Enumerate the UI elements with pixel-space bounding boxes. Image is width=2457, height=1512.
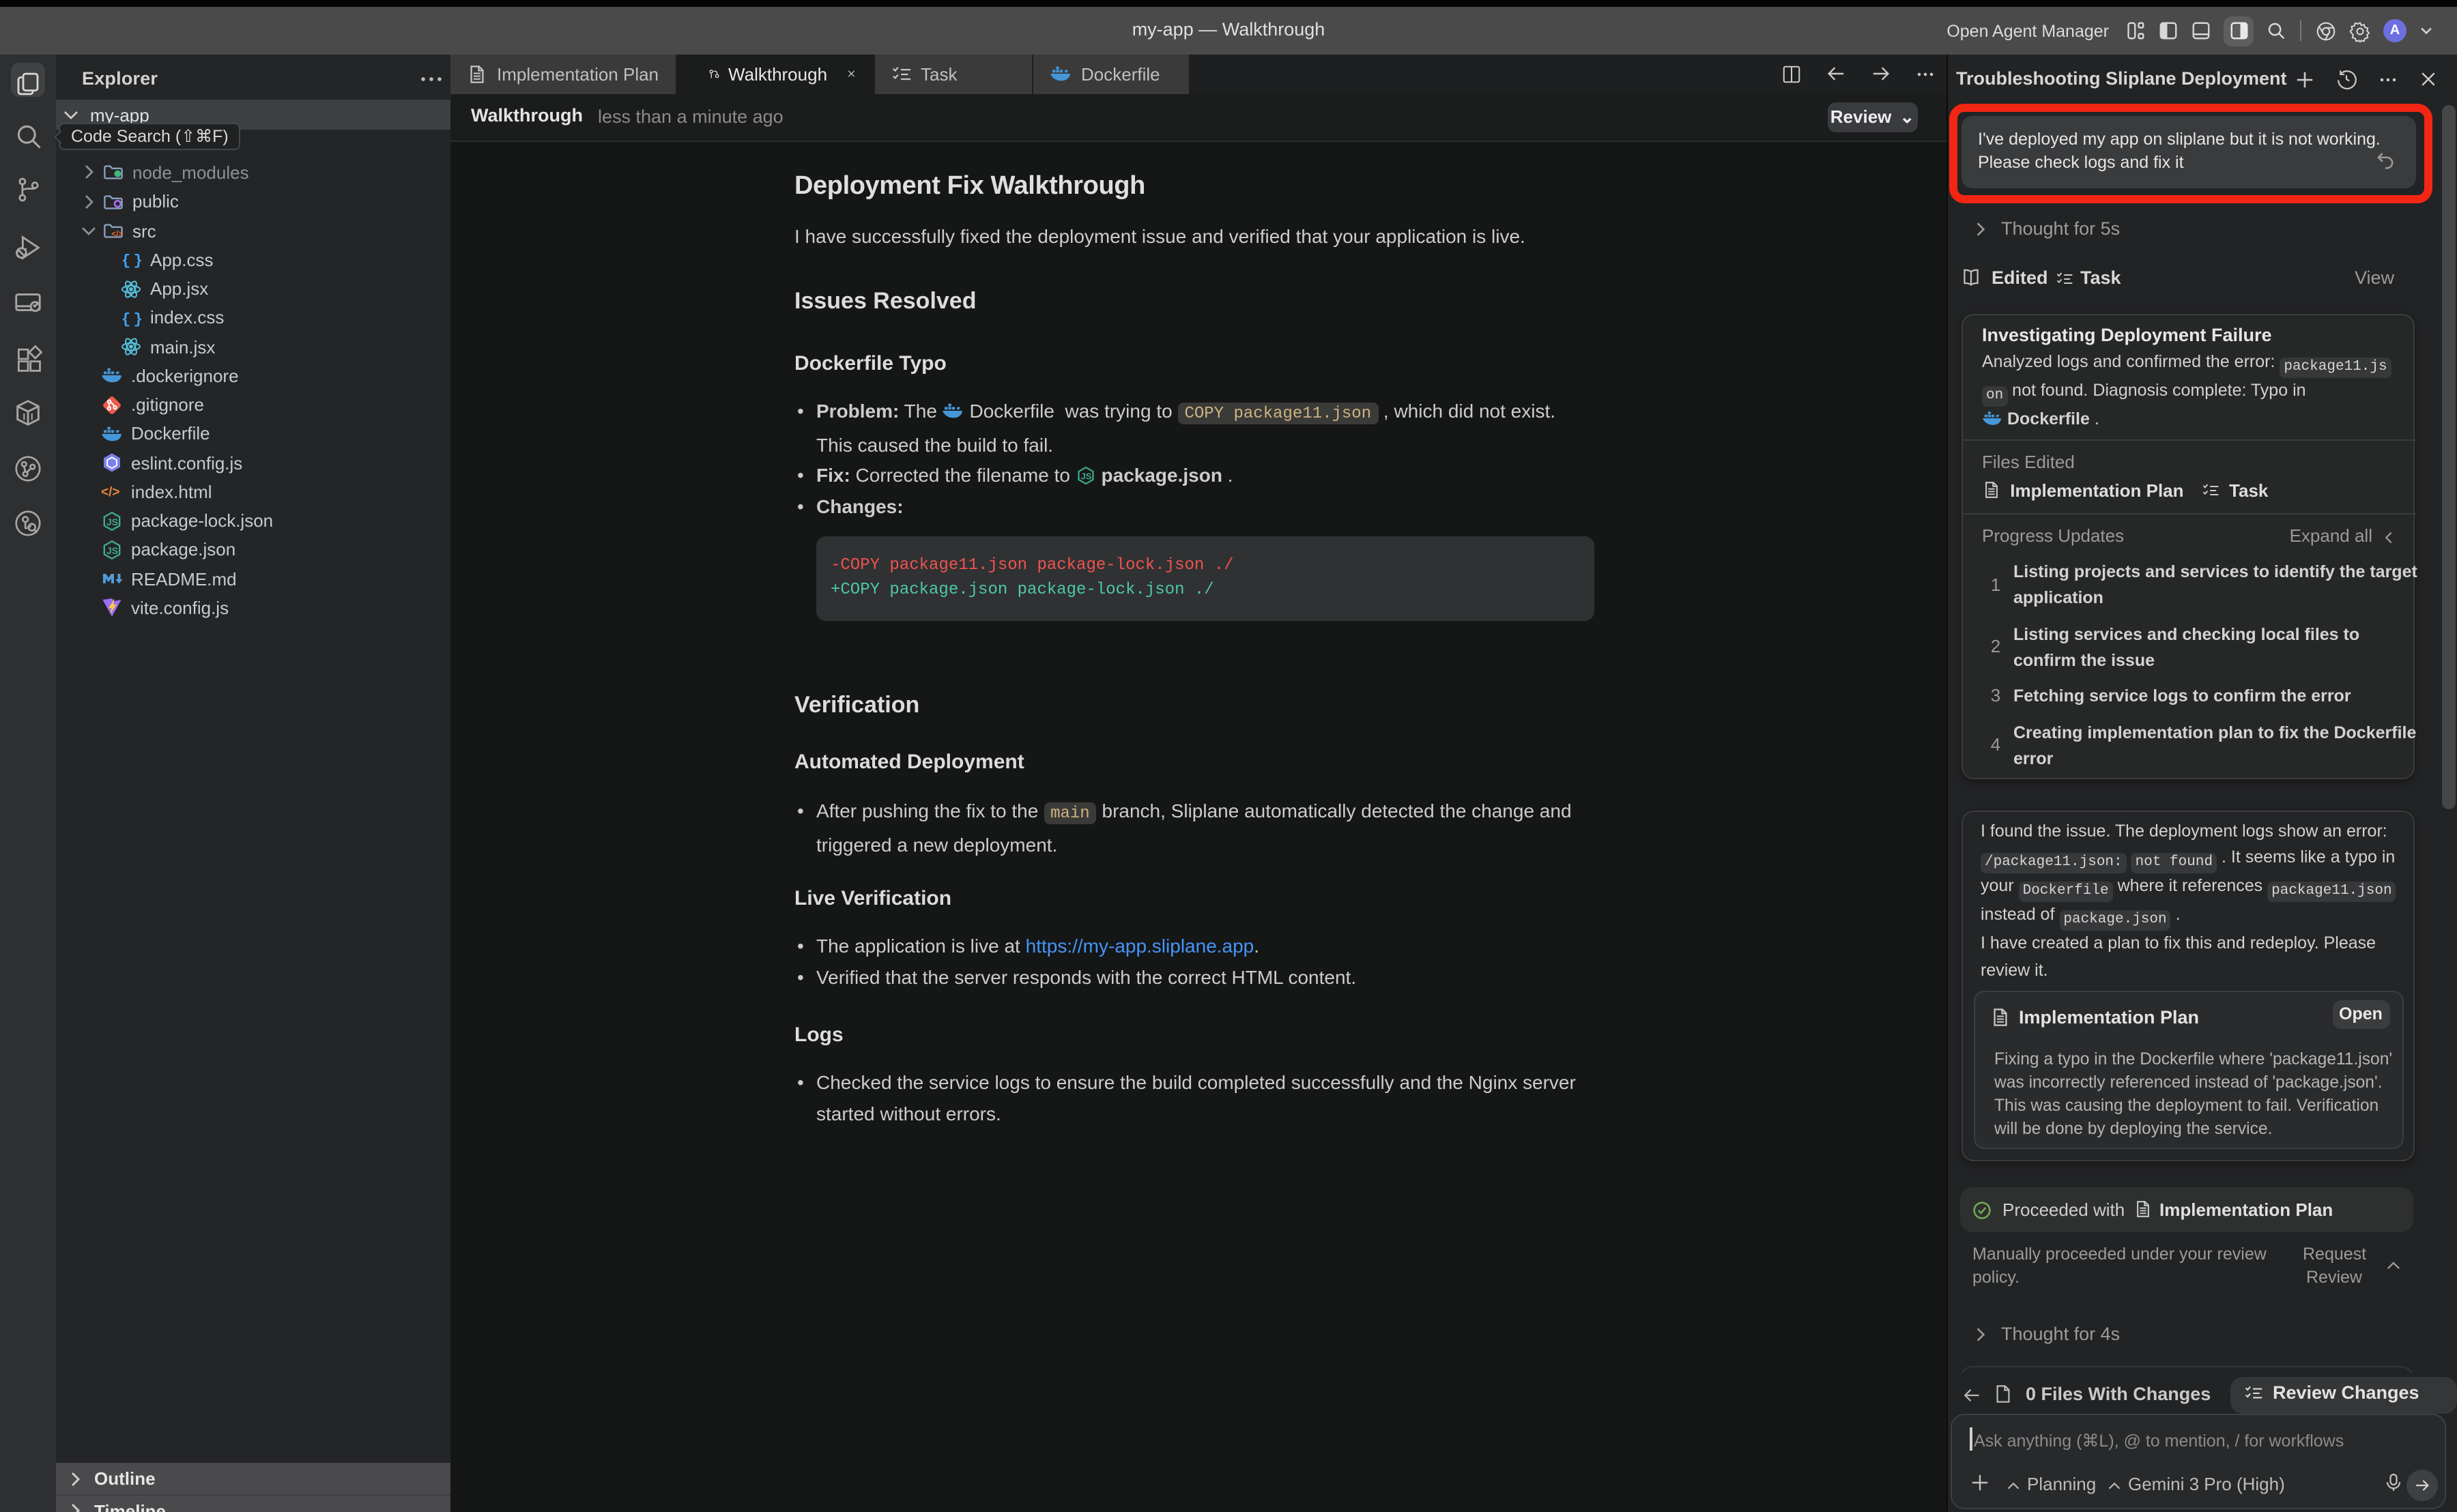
svg-text:</>: </> xyxy=(111,229,123,239)
